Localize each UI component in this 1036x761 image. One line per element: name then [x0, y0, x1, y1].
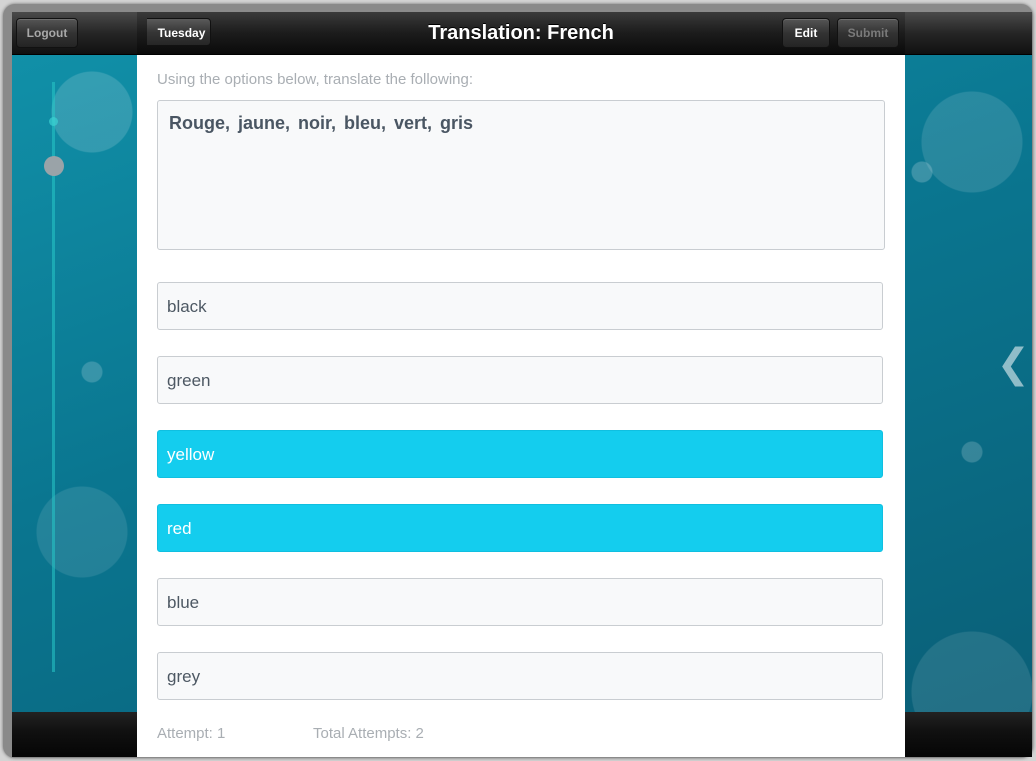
option-grey[interactable]: grey — [157, 652, 883, 700]
edit-button[interactable]: Edit — [782, 18, 830, 48]
side-slider-handle[interactable] — [44, 156, 64, 176]
side-slider-top-dot — [49, 117, 58, 126]
option-label: grey — [167, 667, 201, 686]
question-box: Rouge, jaune, noir, bleu, vert, gris — [157, 100, 885, 250]
screen: ❮ Logout Translation: French Tuesday Edi… — [12, 12, 1032, 757]
option-blue[interactable]: blue — [157, 578, 883, 626]
chevron-left-icon[interactable]: ❮ — [996, 344, 1030, 384]
option-label: red — [167, 519, 192, 538]
option-green[interactable]: green — [157, 356, 883, 404]
detail-navbar: Translation: French Tuesday Edit Submit — [137, 12, 905, 54]
option-label: black — [167, 297, 207, 316]
total-attempts-count: Total Attempts: 2 — [313, 725, 424, 742]
option-label: blue — [167, 593, 200, 612]
option-black[interactable]: black — [157, 282, 883, 330]
submit-button[interactable]: Submit — [837, 18, 899, 48]
option-yellow[interactable]: yellow — [157, 430, 883, 478]
back-button[interactable]: Tuesday — [147, 18, 211, 46]
attempt-count: Attempt: 1 — [157, 725, 226, 742]
option-red[interactable]: red — [157, 504, 883, 552]
logout-button[interactable]: Logout — [16, 18, 78, 48]
top-navbar: Logout Translation: French Tuesday Edit … — [12, 12, 1032, 55]
instructions-text: Using the options below, translate the f… — [157, 71, 474, 88]
question-text: Rouge, jaune, noir, bleu, vert, gris — [169, 113, 474, 133]
option-label: yellow — [167, 445, 215, 464]
option-label: green — [167, 371, 211, 390]
question-panel: Using the options below, translate the f… — [137, 55, 905, 757]
device-frame: ❮ Logout Translation: French Tuesday Edi… — [3, 4, 1033, 758]
